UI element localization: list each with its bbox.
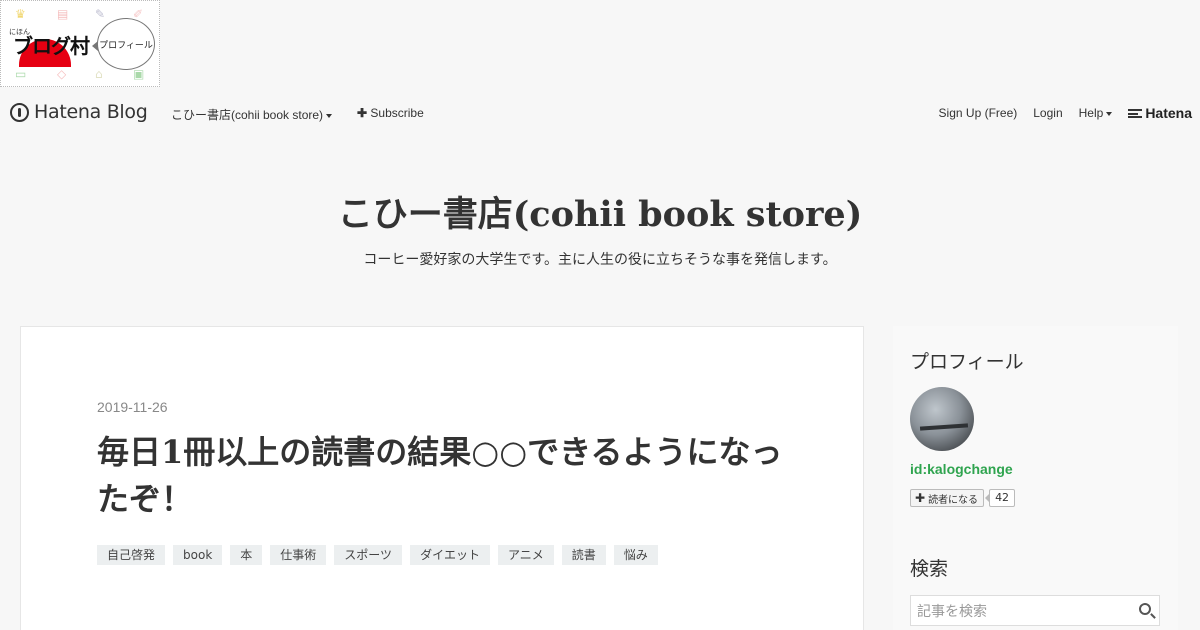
- hatena-blog-logo[interactable]: Hatena Blog: [10, 101, 148, 123]
- search-input[interactable]: 記事を検索: [910, 595, 1160, 626]
- tag-icon: ◇: [57, 67, 67, 81]
- image-icon: ▣: [133, 67, 145, 81]
- reader-subscribe-widget: ✚ 読者になる 42: [910, 489, 1016, 507]
- subscribe-label: Subscribe: [370, 106, 424, 120]
- sidebar: プロフィール id:kalogchange ✚ 読者になる 42 検索 記事を検索: [893, 326, 1178, 630]
- subscribe-link[interactable]: ✚ Subscribe: [357, 106, 424, 120]
- folder-icon: ▭: [15, 67, 27, 81]
- category-tag[interactable]: ダイエット: [410, 545, 490, 565]
- hatena-blog-icon: [10, 102, 29, 122]
- category-tag[interactable]: スポーツ: [334, 545, 403, 565]
- blog-menu-dropdown[interactable]: こひー書店(cohii book store): [171, 106, 333, 123]
- global-header: Hatena Blog こひー書店(cohii book store) ✚ Su…: [0, 96, 1200, 130]
- subscribe-reader-button[interactable]: ✚ 読者になる: [910, 489, 985, 507]
- caret-down-icon: [1106, 111, 1113, 116]
- caret-down-icon: [326, 113, 333, 118]
- sign-up-link[interactable]: Sign Up (Free): [939, 106, 1018, 120]
- hatena-icon: [1128, 108, 1143, 118]
- category-tag[interactable]: 自己啓発: [97, 545, 166, 565]
- subscribe-reader-label: 読者になる: [928, 494, 979, 506]
- profile-heading: プロフィール: [910, 351, 1024, 373]
- category-tag[interactable]: 悩み: [613, 545, 658, 565]
- profile-speech-bubble: プロフィール: [92, 18, 155, 70]
- blog-village-logo: ブログ村: [13, 34, 90, 58]
- inbox-icon: ⌂: [95, 67, 103, 81]
- category-list: 自己啓発 book 本 仕事術 スポーツ ダイエット アニメ 読書 悩み: [97, 545, 658, 565]
- edit-icon: ✎: [95, 7, 106, 21]
- login-link[interactable]: Login: [1033, 106, 1062, 120]
- plus-icon: ✚: [915, 491, 926, 505]
- entry-date[interactable]: 2019-11-26: [97, 399, 168, 415]
- blog-menu-label: こひー書店(cohii book store): [171, 108, 324, 122]
- search-icon[interactable]: [1139, 603, 1151, 615]
- hatena-link[interactable]: Hatena: [1128, 105, 1192, 121]
- entry-title[interactable]: 毎日1冊以上の読書の結果○○できるようになったぞ！: [97, 429, 787, 523]
- search-placeholder: 記事を検索: [917, 603, 987, 620]
- subscriber-count: 42: [985, 489, 1016, 507]
- blog-village-banner[interactable]: ♛ ▤ ✎ ✐ ▭ ◇ ⌂ ▣ にほん ブログ村 プロフィール: [0, 0, 160, 87]
- category-tag[interactable]: 読書: [561, 545, 606, 565]
- help-dropdown[interactable]: Help: [1079, 106, 1113, 120]
- blog-title[interactable]: こひー書店(cohii book store): [0, 186, 1200, 237]
- bubble-text: プロフィール: [99, 40, 153, 51]
- category-tag[interactable]: book: [173, 545, 223, 565]
- hatena-label: Hatena: [1145, 105, 1192, 121]
- search-heading: 検索: [910, 558, 949, 580]
- crown-icon: ♛: [15, 7, 26, 21]
- blog-description: コーヒー愛好家の大学生です。主に人生の役に立ちそうな事を発信します。: [363, 252, 837, 268]
- avatar[interactable]: [910, 387, 974, 451]
- plus-icon: ✚: [357, 106, 368, 120]
- user-id-link[interactable]: id:kalogchange: [910, 461, 1013, 477]
- document-icon: ▤: [57, 7, 69, 21]
- category-tag[interactable]: アニメ: [497, 545, 554, 565]
- category-tag[interactable]: 仕事術: [270, 545, 327, 565]
- header-right-nav: Sign Up (Free) Login Help Hatena: [939, 105, 1192, 121]
- hatena-blog-wordmark: Hatena Blog: [34, 101, 148, 123]
- article-card: 2019-11-26 毎日1冊以上の読書の結果○○できるようになったぞ！ 自己啓…: [20, 326, 864, 630]
- help-label: Help: [1078, 106, 1104, 120]
- category-tag[interactable]: 本: [230, 545, 263, 565]
